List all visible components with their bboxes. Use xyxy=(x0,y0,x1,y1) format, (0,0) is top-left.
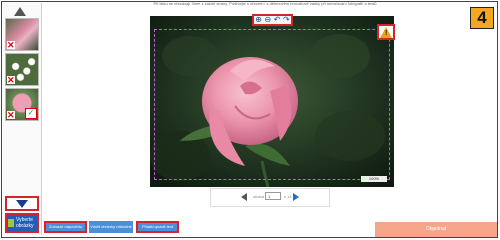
select-photos-button[interactable]: Vyberte obrázky xyxy=(5,213,39,233)
previous-page-icon[interactable] xyxy=(241,193,247,201)
delete-icon[interactable]: ✕ xyxy=(7,41,15,50)
scroll-up-icon[interactable] xyxy=(14,7,26,16)
zoom-out-icon[interactable]: ⊖ xyxy=(265,16,272,24)
page-navigator: strana 1 z 14 xyxy=(210,188,330,207)
page-total: z 14 xyxy=(284,194,292,199)
scroll-down-button[interactable] xyxy=(5,196,39,211)
delete-icon[interactable]: ✕ xyxy=(7,76,15,85)
rotate-right-icon[interactable]: ↷ xyxy=(283,16,290,24)
page-label: strana xyxy=(253,194,265,199)
rotate-left-icon[interactable]: ↶ xyxy=(274,16,281,24)
print-instruction: Při tisku se ořezávají 3mm z každé stran… xyxy=(153,1,377,6)
edit-text-button[interactable]: Přidat/upravit text xyxy=(136,221,179,233)
warning-mark: ! xyxy=(385,30,388,37)
step-number-badge: 4 xyxy=(470,7,494,29)
select-photos-label: Vyberte obrázky xyxy=(16,217,34,229)
photos-icon xyxy=(8,219,14,227)
low-resolution-warning[interactable]: ! xyxy=(377,24,395,40)
photo-thumbnail[interactable]: ✕ ✓ xyxy=(5,88,39,121)
selected-check-icon: ✓ xyxy=(25,108,37,119)
delete-icon[interactable]: ✕ xyxy=(7,111,15,120)
crop-guide-frame xyxy=(154,29,390,180)
order-button[interactable]: Objednat xyxy=(375,222,497,237)
image-toolbar: ⊕ ⊖ ↶ ↷ xyxy=(252,14,293,26)
chevron-down-icon xyxy=(16,200,28,208)
zoom-in-icon[interactable]: ⊕ xyxy=(255,16,262,24)
resolution-label: 100% xyxy=(361,176,387,182)
help-button[interactable]: Zobrazit nápovědu xyxy=(44,221,87,233)
photo-thumbnail[interactable]: ✕ xyxy=(5,53,39,86)
auto-layout-button[interactable]: Vložit obrázky náhodně xyxy=(89,221,133,233)
photo-sidebar: ✕ ✕ ✕ ✓ Vyberte obrázky xyxy=(3,3,42,235)
page-select[interactable]: 1 xyxy=(265,192,281,200)
photo-thumbnail[interactable]: ✕ xyxy=(5,18,39,51)
next-page-icon[interactable] xyxy=(293,193,299,201)
